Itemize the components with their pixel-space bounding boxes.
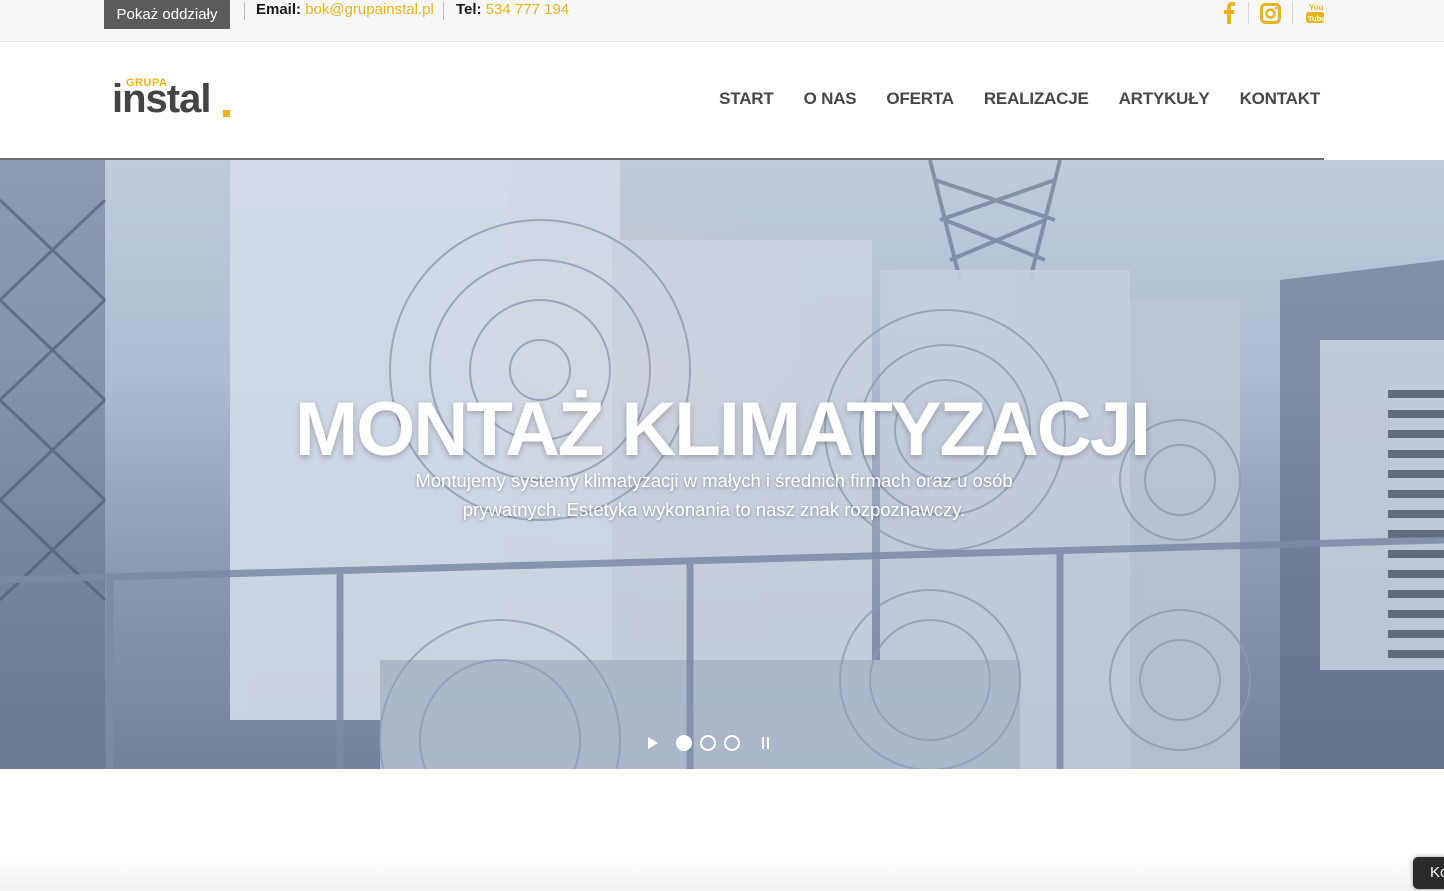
- hero-subtitle: Montujemy systemy klimatyzacji w małych …: [415, 470, 1013, 520]
- play-icon[interactable]: [648, 737, 658, 749]
- svg-text:You: You: [1309, 3, 1324, 12]
- youtube-icon[interactable]: You Tube: [1303, 2, 1327, 24]
- phone-contact: Tel: 534 777 194: [456, 1, 569, 19]
- top-bar: Pokaż oddziały Email: bok@grupainstal.pl…: [0, 0, 1444, 42]
- divider: [443, 2, 444, 20]
- email-link[interactable]: bok@grupainstal.pl: [305, 1, 434, 18]
- slide-dot-2[interactable]: [700, 735, 716, 751]
- logo-dot: [223, 110, 230, 117]
- divider: [1292, 2, 1293, 24]
- phone-label: Tel:: [456, 1, 482, 18]
- hero-title: MONTAŻ KLIMATYZACJI: [294, 387, 1151, 472]
- slide-dot-1[interactable]: [676, 735, 692, 751]
- nav-realizacje[interactable]: REALIZACJE: [984, 89, 1089, 109]
- main-nav: START O NAS OFERTA REALIZACJE ARTYKUŁY K…: [719, 89, 1320, 109]
- content-area: [0, 769, 1444, 891]
- svg-text:Tube: Tube: [1308, 14, 1325, 23]
- site-header: GRUPA instal START O NAS OFERTA REALIZAC…: [0, 43, 1444, 161]
- phone-link[interactable]: 534 777 194: [486, 1, 569, 18]
- logo[interactable]: GRUPA instal: [112, 77, 236, 121]
- slide-dot-3[interactable]: [724, 735, 740, 751]
- nav-oferta[interactable]: OFERTA: [886, 89, 954, 109]
- show-branches-button[interactable]: Pokaż oddziały: [104, 0, 230, 29]
- facebook-icon[interactable]: [1217, 2, 1241, 24]
- nav-kontakt[interactable]: KONTAKT: [1240, 89, 1321, 109]
- divider: [244, 2, 245, 20]
- nav-start[interactable]: START: [719, 89, 774, 109]
- email-label: Email:: [256, 1, 302, 18]
- contact-tab[interactable]: Ko: [1413, 857, 1444, 889]
- email-contact: Email: bok@grupainstal.pl: [256, 1, 434, 19]
- slider-controls: [648, 734, 769, 752]
- instagram-icon[interactable]: [1258, 2, 1282, 24]
- pause-icon[interactable]: [762, 737, 769, 749]
- nav-o-nas[interactable]: O NAS: [804, 89, 857, 109]
- nav-artykuly[interactable]: ARTYKUŁY: [1119, 89, 1210, 109]
- hero-slider: MONTAŻ KLIMATYZACJI Montujemy systemy kl…: [0, 160, 1444, 769]
- divider: [1248, 2, 1249, 24]
- logo-main-text: instal: [112, 77, 211, 121]
